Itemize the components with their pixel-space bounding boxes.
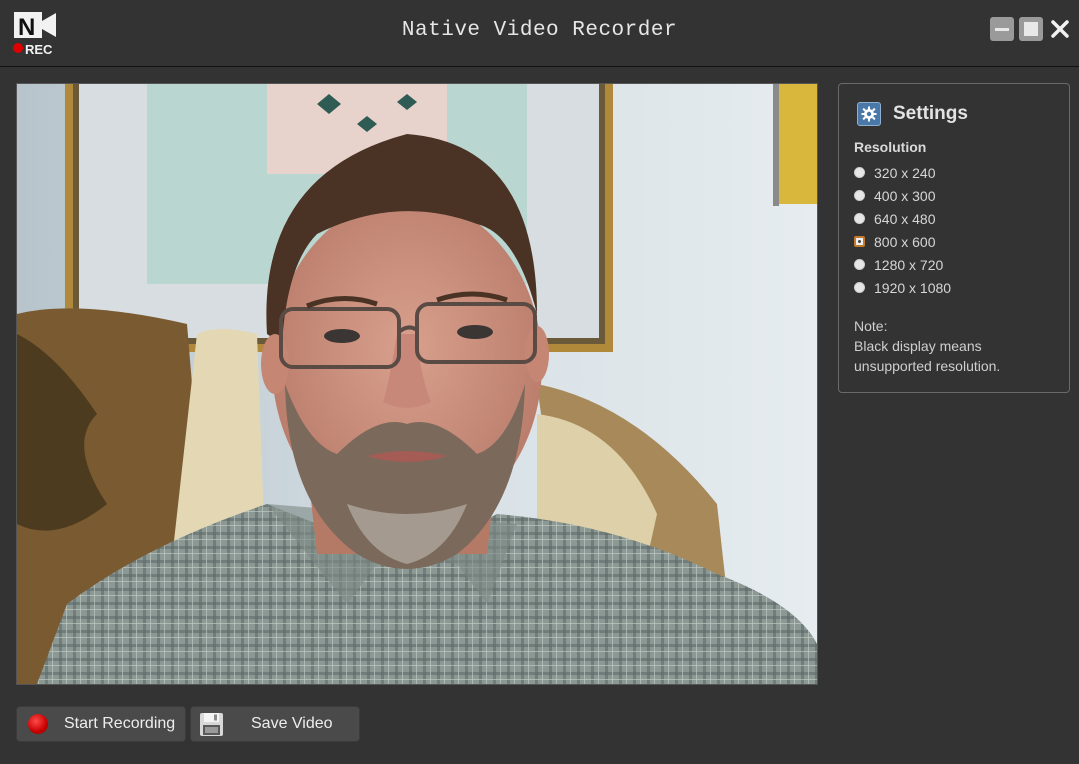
window-title: Native Video Recorder: [401, 19, 678, 42]
radio-label: 400 x 300: [874, 187, 936, 204]
note-title: Note:: [854, 318, 888, 334]
save-video-button[interactable]: Save Video: [190, 706, 360, 742]
note-line-1: Black display means: [854, 338, 982, 354]
settings-title: Settings: [893, 103, 968, 124]
video-preview: [16, 83, 818, 685]
radio-800x600[interactable]: 800 x 600: [854, 230, 951, 253]
radio-label: 1280 x 720: [874, 256, 944, 273]
radio-label: 800 x 600: [874, 233, 936, 250]
radio-label: 1920 x 1080: [874, 279, 952, 296]
radio-1280x720[interactable]: 1280 x 720: [854, 253, 951, 276]
radio-label: 320 x 240: [874, 164, 936, 181]
start-recording-button[interactable]: Start Recording: [16, 706, 186, 742]
radio-button[interactable]: [854, 282, 865, 293]
minimize-button[interactable]: [990, 17, 1014, 41]
floppy-disk-icon: [200, 712, 223, 736]
close-icon: [1051, 20, 1069, 38]
app-window: N REC Native Video Recorder Settings Res…: [0, 0, 1079, 764]
settings-panel: Settings Resolution 320 x 240 400 x 300 …: [838, 83, 1070, 393]
camera-feed-image: [17, 84, 817, 684]
maximize-icon: [1024, 22, 1038, 36]
resolution-note: Note: Black display means unsupported re…: [854, 316, 1054, 376]
note-line-2: unsupported resolution.: [854, 358, 1001, 374]
close-button[interactable]: [1048, 17, 1072, 41]
radio-button-selected[interactable]: [854, 236, 865, 247]
radio-400x300[interactable]: 400 x 300: [854, 184, 951, 207]
radio-button[interactable]: [854, 213, 865, 224]
logo-badge: REC: [25, 42, 53, 57]
save-video-label: Save Video: [251, 715, 333, 732]
resolution-label: Resolution: [854, 139, 927, 155]
radio-label: 640 x 480: [874, 210, 936, 227]
maximize-button[interactable]: [1019, 17, 1043, 41]
radio-button[interactable]: [854, 190, 865, 201]
radio-button[interactable]: [854, 259, 865, 270]
minimize-icon: [995, 28, 1009, 31]
record-icon: [28, 714, 48, 734]
start-recording-label: Start Recording: [64, 715, 176, 732]
title-bar[interactable]: N REC Native Video Recorder: [0, 0, 1079, 67]
radio-button[interactable]: [854, 167, 865, 178]
radio-320x240[interactable]: 320 x 240: [854, 161, 951, 184]
settings-header: Settings: [857, 100, 968, 128]
gear-icon: [857, 102, 881, 126]
radio-640x480[interactable]: 640 x 480: [854, 207, 951, 230]
resolution-radio-group: 320 x 240 400 x 300 640 x 480 800 x 600 …: [854, 161, 951, 299]
radio-1920x1080[interactable]: 1920 x 1080: [854, 276, 951, 299]
